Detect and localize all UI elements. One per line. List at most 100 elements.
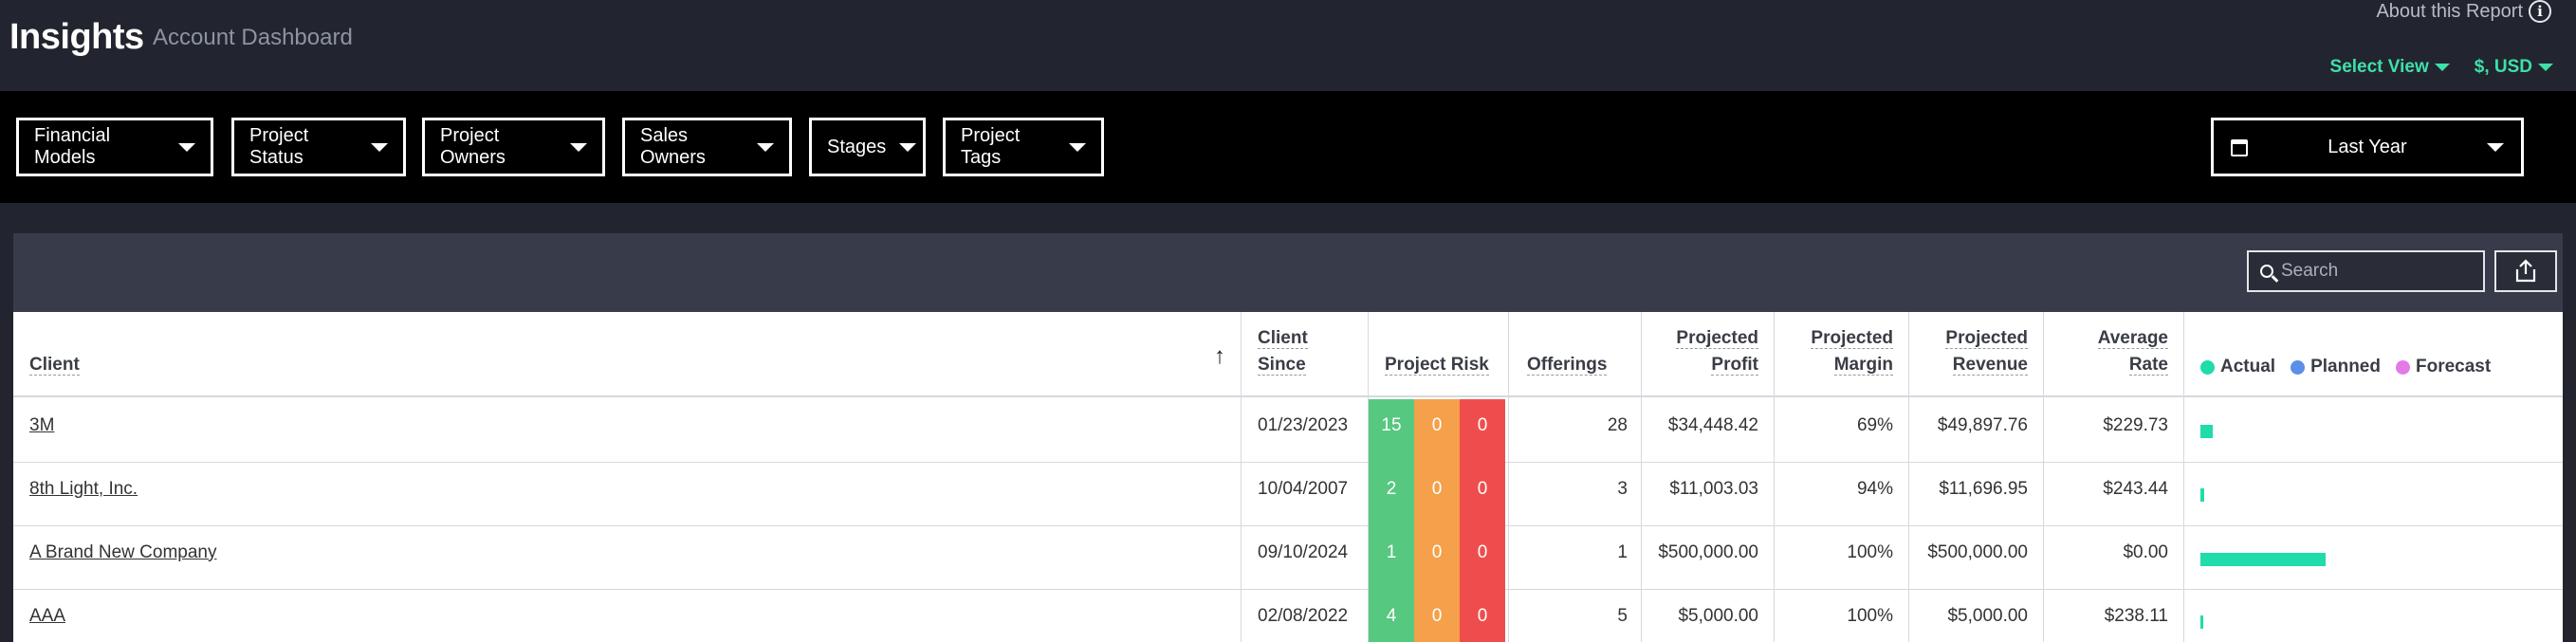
view-controls: Select View $, USD <box>2330 57 2553 78</box>
table-row[interactable]: A Brand New Company 09/10/2024 1 0 0 1 $500,00… <box>13 526 2563 590</box>
project-status-label: Project Status <box>249 125 309 168</box>
sales-owners-filter[interactable]: Sales Owners <box>622 118 792 176</box>
client-since-cell: 01/23/2023 <box>1258 414 1349 435</box>
page-title: Insights <box>9 17 144 57</box>
col-projected-revenue-header[interactable]: Projected Revenue <box>1908 325 2028 378</box>
actual-bar[interactable] <box>2200 553 2326 566</box>
project-status-filter[interactable]: Project Status <box>231 118 406 176</box>
projected-margin-cell: 94% <box>1856 478 1893 499</box>
date-range-label: Last Year <box>2328 136 2407 157</box>
col-projected-profit-header[interactable]: Projected Profit <box>1641 325 1758 378</box>
search-box <box>2247 250 2485 292</box>
risk-low-badge[interactable]: 4 <box>1369 590 1414 642</box>
client-since-cell: 09/10/2024 <box>1258 541 1349 562</box>
average-rate-cell: $0.00 <box>2123 541 2168 562</box>
chevron-down-icon <box>2434 64 2450 71</box>
risk-low-badge[interactable]: 1 <box>1369 526 1414 590</box>
average-rate-cell: $243.44 <box>2103 478 2168 499</box>
risk-medium-badge[interactable]: 0 <box>1414 590 1460 642</box>
risk-high-badge[interactable]: 0 <box>1460 399 1505 463</box>
table-row[interactable]: 3M 01/23/2023 15 0 0 28 $34,448.42 69% $49,897.7… <box>13 399 2563 463</box>
app-header: Insights Account Dashboard About this Re… <box>0 0 2576 91</box>
col-average-rate-header[interactable]: Average Rate <box>2043 325 2168 378</box>
chevron-down-icon <box>2487 143 2504 152</box>
client-link[interactable]: AAA <box>29 606 65 627</box>
actual-dot-icon <box>2200 359 2215 375</box>
risk-medium-badge[interactable]: 0 <box>1414 463 1460 526</box>
arrow-up-icon[interactable]: ↑ <box>1214 343 1225 370</box>
select-view-dropdown[interactable]: Select View <box>2330 57 2450 78</box>
projected-revenue-cell: $5,000.00 <box>1947 605 2028 626</box>
client-link[interactable]: A Brand New Company <box>29 542 217 563</box>
chevron-down-icon <box>371 142 388 152</box>
client-since-cell: 02/08/2022 <box>1258 605 1349 626</box>
export-button[interactable] <box>2494 250 2557 292</box>
project-owners-label: Project Owners <box>440 125 506 168</box>
risk-high-badge[interactable]: 0 <box>1460 526 1505 590</box>
projected-margin-cell: 100% <box>1847 605 1893 626</box>
date-range-dropdown[interactable]: Last Year <box>2211 118 2524 176</box>
info-icon[interactable]: i <box>2529 0 2551 23</box>
select-view-label: Select View <box>2329 57 2429 77</box>
chevron-down-icon <box>1069 142 1086 152</box>
legend-forecast[interactable]: Forecast <box>2395 357 2491 377</box>
client-link[interactable]: 3M <box>29 415 54 436</box>
stages-filter[interactable]: Stages <box>809 118 926 176</box>
table-header: Client ↑ Client Since Project Risk Offeri… <box>13 312 2563 397</box>
chevron-down-icon <box>178 142 195 152</box>
offerings-cell: 5 <box>1617 605 1628 626</box>
risk-high-badge[interactable]: 0 <box>1460 590 1505 642</box>
risk-high-badge[interactable]: 0 <box>1460 463 1505 526</box>
projected-margin-cell: 69% <box>1856 414 1893 435</box>
chevron-down-icon <box>2538 64 2553 71</box>
project-owners-filter[interactable]: Project Owners <box>422 118 605 176</box>
client-cell: 3M <box>29 399 54 463</box>
client-cell: AAA <box>29 590 65 642</box>
financial-models-label: Financial Models <box>34 125 111 168</box>
share-icon <box>2515 259 2536 283</box>
currency-dropdown[interactable]: $, USD <box>2475 57 2553 78</box>
page-subtitle: Account Dashboard <box>153 25 353 50</box>
stages-label: Stages <box>827 136 887 157</box>
project-tags-filter[interactable]: Project Tags <box>943 118 1104 176</box>
filter-bar: Financial Models Project Status Project … <box>0 91 2576 203</box>
risk-low-badge[interactable]: 2 <box>1369 463 1414 526</box>
table-row[interactable]: 8th Light, Inc. 10/04/2007 2 0 0 3 $11,003.03 9… <box>13 463 2563 526</box>
legend-planned[interactable]: Planned <box>2291 357 2381 377</box>
col-client-since-header[interactable]: Client Since <box>1258 325 1308 378</box>
col-offerings-header[interactable]: Offerings <box>1527 352 1608 378</box>
projected-revenue-cell: $49,897.76 <box>1937 414 2028 435</box>
about-report-link[interactable]: About this Report i <box>2376 0 2551 23</box>
projected-profit-cell: $11,003.03 <box>1669 478 1758 499</box>
actual-bar[interactable] <box>2200 425 2213 438</box>
search-icon <box>2260 265 2273 278</box>
projected-profit-cell: $5,000.00 <box>1678 605 1758 626</box>
offerings-cell: 1 <box>1617 541 1628 562</box>
projected-margin-cell: 100% <box>1847 541 1893 562</box>
currency-label: $, USD <box>2474 57 2532 77</box>
client-since-cell: 10/04/2007 <box>1258 478 1349 499</box>
projected-revenue-cell: $500,000.00 <box>1927 541 2028 562</box>
col-client-header[interactable]: Client <box>29 352 80 378</box>
offerings-cell: 28 <box>1607 414 1628 435</box>
col-projected-margin-header[interactable]: Projected Margin <box>1774 325 1893 378</box>
chevron-down-icon <box>899 142 917 152</box>
projected-profit-cell: $34,448.42 <box>1667 414 1758 435</box>
financial-models-filter[interactable]: Financial Models <box>16 118 213 176</box>
col-project-risk-header[interactable]: Project Risk <box>1385 352 1489 378</box>
actual-bar[interactable] <box>2200 488 2204 502</box>
risk-medium-badge[interactable]: 0 <box>1414 399 1460 463</box>
sales-owners-label: Sales Owners <box>640 125 706 168</box>
legend-actual[interactable]: Actual <box>2200 357 2275 377</box>
offerings-cell: 3 <box>1617 478 1628 499</box>
about-report-label: About this Report <box>2376 0 2523 22</box>
risk-low-badge[interactable]: 15 <box>1369 399 1414 463</box>
forecast-dot-icon <box>2395 359 2410 375</box>
client-link[interactable]: 8th Light, Inc. <box>29 479 138 500</box>
chevron-down-icon <box>570 142 587 152</box>
actual-bar[interactable] <box>2200 615 2203 629</box>
planned-dot-icon <box>2291 359 2306 375</box>
table-row[interactable]: AAA 02/08/2022 4 0 0 5 $5,000.00 100% $5,000.00 $… <box>13 590 2563 642</box>
risk-medium-badge[interactable]: 0 <box>1414 526 1460 590</box>
search-input[interactable] <box>2281 261 2471 282</box>
